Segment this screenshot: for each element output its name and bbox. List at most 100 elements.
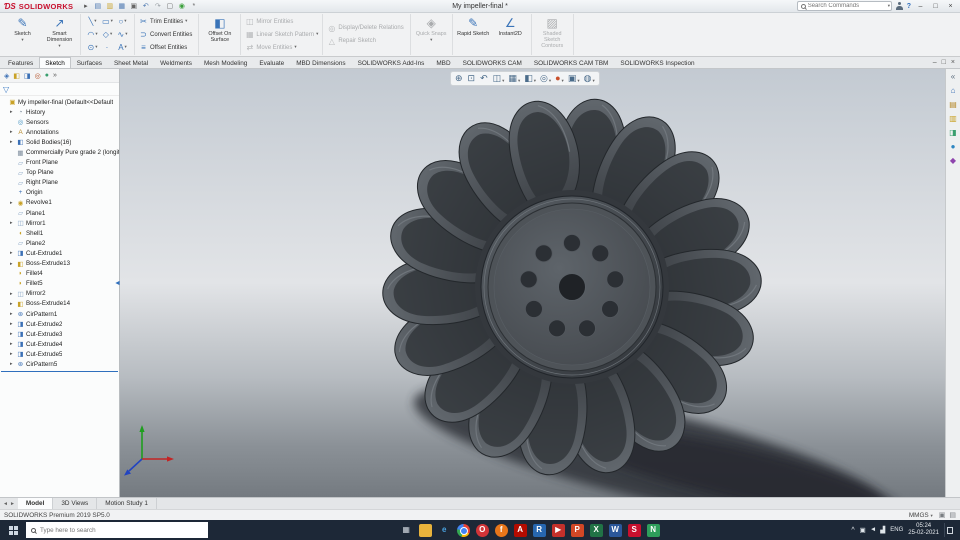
tray-status-icon[interactable]: ▣ — [860, 526, 866, 534]
zoom-to-area-icon[interactable]: ⊡ — [468, 74, 477, 83]
previous-view-icon[interactable]: ↶ — [480, 74, 489, 83]
text-tool-icon[interactable]: A ▾ — [115, 41, 130, 54]
property-manager-tab[interactable]: ◧ — [13, 72, 20, 80]
view-palette-icon[interactable]: ◨ — [949, 128, 957, 137]
tree-item-right-plane[interactable]: ▱ Right Plane — [0, 178, 119, 188]
expand-arrow-icon[interactable]: ▸ — [10, 220, 15, 226]
help-button[interactable]: ? — [907, 3, 911, 10]
tab-mesh-modeling[interactable]: Mesh Modeling — [198, 57, 253, 68]
configuration-manager-tab[interactable]: ◨ — [24, 72, 31, 80]
linear-sketch-pattern-button[interactable]: ▦ Linear Sketch Pattern ▾ — [245, 29, 318, 41]
save-icon[interactable]: ▦ — [117, 1, 126, 11]
expand-arrow-icon[interactable]: ▸ — [10, 351, 15, 357]
tree-item-cirpattern1[interactable]: ▸ ⊛ CirPattern1 — [0, 309, 119, 319]
close-button[interactable]: × — [945, 1, 956, 12]
tree-item-front-plane[interactable]: ▱ Front Plane — [0, 158, 119, 168]
circle-tool-icon[interactable]: ○ ▾ — [115, 15, 130, 28]
expand-arrow-icon[interactable]: ▸ — [10, 250, 15, 256]
tree-item-material[interactable]: ▦ Commercially Pure grade 2 (longitud — [0, 147, 119, 157]
tree-item-boss-extrude13[interactable]: ▸ ◧ Boss-Extrude13 — [0, 259, 119, 269]
edge-button[interactable]: e — [438, 524, 451, 537]
motion-study-tab[interactable]: Motion Study 1 — [97, 498, 157, 509]
display-delete-relations-button[interactable]: ◎ Display/Delete Relations — [327, 22, 405, 34]
maximize-button[interactable]: □ — [930, 1, 941, 12]
clock[interactable]: 05:24 25-02-2021 — [908, 523, 939, 537]
options-icon[interactable]: * — [189, 1, 198, 11]
dimxpert-manager-tab[interactable]: ◎ — [35, 72, 41, 80]
powerpoint-button[interactable]: P — [570, 523, 584, 537]
appearances-icon[interactable]: ● — [951, 142, 956, 151]
tree-item-cut-extrude1[interactable]: ▸ ◨ Cut-Extrude1 — [0, 248, 119, 258]
tree-item-history[interactable]: ▸ ◔ History — [0, 107, 119, 117]
tree-item-mirror1[interactable]: ▸ ◫ Mirror1 — [0, 218, 119, 228]
tab-mbd[interactable]: MBD — [430, 57, 456, 68]
doc-restore-button[interactable]: □ — [942, 59, 946, 66]
panel-collapse-icon[interactable]: ◄ — [114, 280, 121, 287]
graphics-viewport[interactable] — [120, 69, 945, 525]
taskbar-search-box[interactable] — [26, 522, 208, 538]
status-sheet-icon[interactable]: ▤ — [949, 511, 956, 519]
doc-close-button[interactable]: × — [951, 59, 955, 66]
notepad-button[interactable]: N — [646, 523, 660, 537]
tree-item-annotations[interactable]: ▸ A Annotations — [0, 127, 119, 137]
design-library-icon[interactable]: ▤ — [949, 100, 957, 109]
language-indicator[interactable]: ENG — [890, 527, 903, 533]
tree-item-top-plane[interactable]: ▱ Top Plane — [0, 168, 119, 178]
tray-expand-icon[interactable]: ^ — [851, 527, 854, 534]
tree-item-part[interactable]: ▣ My impeller-final (Default<<Default — [0, 97, 119, 107]
menu-expand-icon[interactable]: ▸ — [81, 1, 90, 11]
rapid-sketch-button[interactable]: ✎ Rapid Sketch — [457, 15, 490, 55]
tree-item-fillet5[interactable]: ◗ Fillet5 — [0, 279, 119, 289]
selection-icon[interactable]: ▢ — [165, 1, 174, 11]
mirror-entities-button[interactable]: ◫ Mirror Entities — [245, 16, 318, 28]
tree-item-plane2[interactable]: ▱ Plane2 — [0, 238, 119, 248]
convert-entities-button[interactable]: ⊃ Convert Entities — [139, 29, 194, 41]
tree-item-cirpattern5[interactable]: ▸ ⊛ CirPattern5 — [0, 359, 119, 369]
collapse-taskpane-icon[interactable]: « — [951, 72, 955, 81]
tab-solidworks-inspection[interactable]: SOLIDWORKS Inspection — [614, 57, 700, 68]
expand-arrow-icon[interactable]: ▸ — [10, 311, 15, 317]
task-view-button[interactable]: ▦ — [400, 524, 413, 537]
graphics-canvas[interactable] — [120, 69, 945, 525]
offset-entities-button[interactable]: ≡ Offset Entities — [139, 42, 194, 54]
command-search-box[interactable]: ▾ — [796, 1, 892, 11]
excel-button[interactable]: X — [589, 523, 603, 537]
minimize-button[interactable]: – — [915, 1, 926, 12]
print-icon[interactable]: ▣ — [129, 1, 138, 11]
model-tab[interactable]: Model — [17, 498, 54, 509]
pane-expand-icon[interactable]: » — [53, 72, 57, 79]
doc-minimize-button[interactable]: – — [933, 59, 937, 66]
tab-sketch[interactable]: Sketch — [39, 57, 71, 68]
featuremanager-design-tree-tab[interactable]: ◈ — [4, 72, 9, 80]
search-input[interactable] — [807, 3, 886, 9]
tree-filter-bar[interactable]: ▽ — [0, 83, 119, 96]
search-dropdown-icon[interactable]: ▾ — [888, 3, 890, 9]
zoom-to-fit-icon[interactable]: ⊕ — [455, 74, 464, 83]
firefox-button[interactable]: f — [494, 523, 508, 537]
tree-item-boss-extrude14[interactable]: ▸ ◧ Boss-Extrude14 — [0, 299, 119, 309]
polygon-tool-icon[interactable]: ◇ ▾ — [100, 28, 115, 41]
user-account-icon[interactable] — [895, 2, 903, 10]
custom-properties-icon[interactable]: ◆ — [950, 156, 956, 165]
quick-snaps-button[interactable]: ◈ Quick Snaps ▾ — [415, 15, 448, 55]
expand-arrow-icon[interactable]: ▸ — [10, 361, 15, 367]
expand-arrow-icon[interactable]: ▸ — [10, 301, 15, 307]
tree-item-revolve1[interactable]: ▸ ◉ Revolve1 — [0, 198, 119, 208]
expand-arrow-icon[interactable]: ▸ — [10, 261, 15, 267]
display-style-icon[interactable]: ◧ ▾ — [524, 74, 536, 83]
view-settings-icon[interactable]: ◍ ▾ — [584, 74, 595, 83]
tree-item-cut-extrude4[interactable]: ▸ ◨ Cut-Extrude4 — [0, 339, 119, 349]
section-view-icon[interactable]: ◫ ▾ — [493, 74, 505, 83]
tab-weldments[interactable]: Weldments — [154, 57, 198, 68]
tree-item-sensors[interactable]: ◎ Sensors — [0, 117, 119, 127]
expand-arrow-icon[interactable]: ▸ — [10, 139, 15, 145]
network-icon[interactable]: ▟ — [880, 526, 885, 534]
file-explorer-icon[interactable]: ▥ — [949, 114, 957, 123]
tree-item-cut-extrude5[interactable]: ▸ ◨ Cut-Extrude5 — [0, 349, 119, 359]
tab-solidworks-cam[interactable]: SOLIDWORKS CAM — [457, 57, 528, 68]
move-entities-button[interactable]: ⇄ Move Entities ▾ — [245, 42, 318, 54]
new-document-icon[interactable]: ▤ — [93, 1, 102, 11]
tree-item-cut-extrude2[interactable]: ▸ ◨ Cut-Extrude2 — [0, 319, 119, 329]
arc-tool-icon[interactable]: ◠ ▾ — [85, 28, 100, 41]
chrome-button[interactable] — [456, 523, 470, 537]
